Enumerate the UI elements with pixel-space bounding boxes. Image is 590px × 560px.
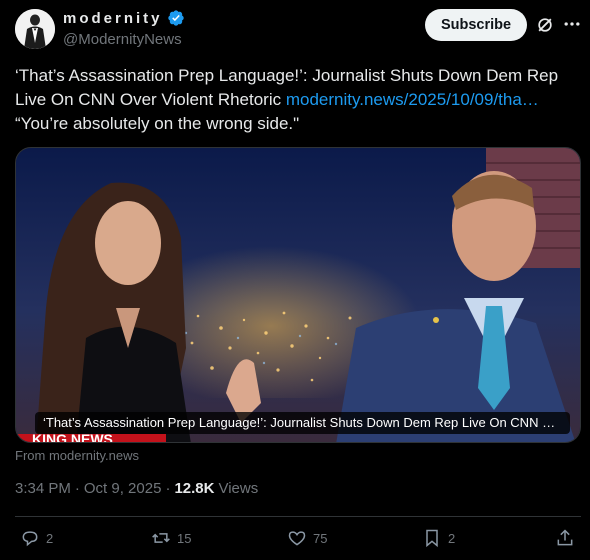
bookmark-count: 2 xyxy=(448,530,456,546)
tweet-link[interactable]: modernity.news/2025/10/09/tha… xyxy=(286,90,539,109)
repost-icon xyxy=(152,533,170,543)
reply-button[interactable]: 2 xyxy=(20,528,53,548)
card-source[interactable]: From modernity.news xyxy=(15,448,139,463)
media-caption: ‘That’s Assassination Prep Language!’: J… xyxy=(35,412,570,434)
tuxedo-figure-avatar-icon xyxy=(15,9,55,49)
views-label: Views xyxy=(218,480,259,497)
bookmark-icon xyxy=(426,529,438,548)
media-card[interactable]: KING NEWS ‘That’s Assassination Prep Lan… xyxy=(15,147,581,443)
reply-count: 2 xyxy=(46,530,54,546)
repost-button[interactable]: 15 xyxy=(151,528,191,548)
views-count: 12.8K xyxy=(174,480,215,497)
meta-separator: · xyxy=(74,480,80,497)
author-handle[interactable]: @ModernityNews xyxy=(63,31,182,48)
video-thumbnail: KING NEWS xyxy=(16,148,580,442)
like-count: 75 xyxy=(313,530,328,546)
tweet-meta: 3:34 PM · Oct 9, 2025 · 12.8K Views xyxy=(15,480,258,497)
grok-icon[interactable] xyxy=(535,15,555,35)
like-button[interactable]: 75 xyxy=(287,528,327,548)
action-bar: 2 15 75 2 xyxy=(15,528,581,552)
bookmark-button[interactable]: 2 xyxy=(422,528,455,548)
more-icon[interactable] xyxy=(562,14,582,34)
reply-icon xyxy=(22,531,38,547)
heart-icon xyxy=(288,531,306,546)
verified-badge-icon[interactable] xyxy=(167,9,185,27)
avatar[interactable] xyxy=(15,9,55,49)
author-display-name[interactable]: modernity xyxy=(63,10,163,27)
share-button[interactable] xyxy=(555,528,575,548)
divider xyxy=(15,516,581,517)
repost-count: 15 xyxy=(177,530,192,546)
share-icon xyxy=(557,529,573,546)
meta-separator: · xyxy=(165,480,171,497)
tweet-text: ‘That’s Assassination Prep Language!’: J… xyxy=(15,64,580,136)
subscribe-button[interactable]: Subscribe xyxy=(425,9,527,41)
tweet-quote: “You’re absolutely on the wrong side." xyxy=(15,114,300,133)
tweet-time[interactable]: 3:34 PM xyxy=(15,480,71,497)
tweet-date[interactable]: Oct 9, 2025 xyxy=(84,480,162,497)
